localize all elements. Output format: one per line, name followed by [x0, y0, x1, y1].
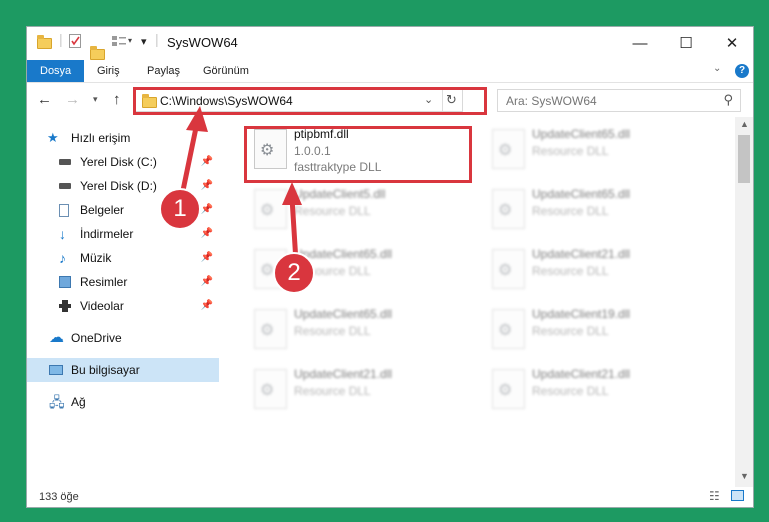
- step-2-marker: 2: [273, 252, 315, 294]
- arrow-head: [282, 182, 302, 205]
- annotation-arrows: [177, 106, 302, 263]
- arrow-head: [186, 106, 208, 132]
- step-1-marker: 1: [159, 188, 201, 230]
